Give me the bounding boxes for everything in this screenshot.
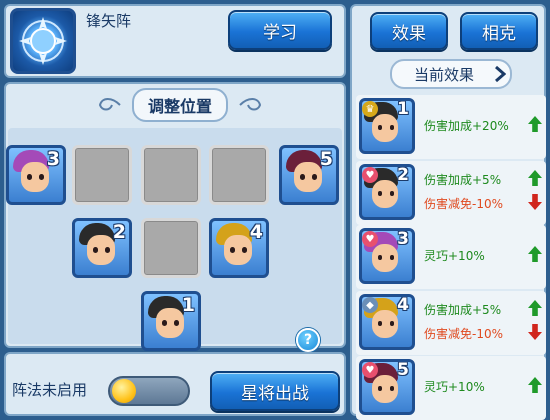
arrow-up-icon xyxy=(528,246,542,262)
hero-eye xyxy=(93,247,98,253)
hero-eye xyxy=(378,191,382,196)
hero-eye xyxy=(105,247,110,253)
formation-slot-2[interactable]: 2 xyxy=(72,218,132,278)
hero-eye xyxy=(242,247,247,253)
hero-thumbnail[interactable]: 3 ♥ xyxy=(359,228,415,284)
hero-position-number: 2 xyxy=(112,221,126,243)
heart-icon: ♥ xyxy=(362,362,378,378)
effect-row: 3 ♥ 灵巧+10% xyxy=(356,225,546,289)
hero-position-number: 3 xyxy=(397,229,409,249)
hero-eye xyxy=(390,191,394,196)
arrow-down-icon xyxy=(528,324,542,340)
effect-text: 灵巧+10% xyxy=(424,249,485,263)
hero-face xyxy=(372,244,398,272)
hero-face xyxy=(156,308,184,338)
effect-text: 灵巧+10% xyxy=(424,380,485,394)
effect-row: 5 ♥ 灵巧+10% xyxy=(356,356,546,420)
arrow-up-icon xyxy=(528,170,542,186)
hero-eye xyxy=(27,174,32,180)
learn-button[interactable]: 学习 xyxy=(228,10,332,50)
hero-face xyxy=(372,114,398,142)
hero-face xyxy=(294,162,322,192)
tab-counter[interactable]: 相克 xyxy=(460,12,538,50)
formation-slot-empty[interactable] xyxy=(141,145,201,205)
adjust-title-banner: 调整位置 xyxy=(96,88,264,122)
current-effect-label: 当前效果 xyxy=(413,65,474,84)
chevron-right-icon xyxy=(495,65,506,83)
effect-text: 伤害加成+5% xyxy=(424,173,502,187)
shield-icon: ◆ xyxy=(362,297,378,313)
formation-slot-empty[interactable] xyxy=(209,145,269,205)
arrow-up-icon xyxy=(528,377,542,393)
effect-row: 4 ◆ 伤害加成+5% 伤害减免-10% xyxy=(356,291,546,355)
hero-face xyxy=(372,375,398,403)
hero-position-number: 5 xyxy=(397,360,409,380)
hero-face xyxy=(87,235,115,265)
hero-eye xyxy=(174,320,179,326)
hero-thumbnail[interactable]: 2 ♥ xyxy=(359,164,415,220)
hero-position-number: 2 xyxy=(397,165,409,185)
hero-eye xyxy=(378,125,382,130)
hero-thumbnail[interactable]: 5 ♥ xyxy=(359,359,415,415)
hero-eye xyxy=(162,320,167,326)
hero-eye xyxy=(390,125,394,130)
formation-slot-5[interactable]: 5 xyxy=(279,145,339,205)
effect-text: 伤害加成+5% xyxy=(424,303,502,317)
effect-text: 伤害减免-10% xyxy=(424,327,504,341)
hero-position-number: 4 xyxy=(249,221,263,243)
hero-eye xyxy=(378,386,382,391)
heart-icon: ♥ xyxy=(362,167,378,183)
hero-face xyxy=(21,162,49,192)
formation-slot-empty[interactable] xyxy=(72,145,132,205)
deploy-button[interactable]: 星将出战 xyxy=(210,371,340,411)
help-button[interactable]: ? xyxy=(296,328,320,352)
hero-eye xyxy=(312,174,317,180)
hero-position-number: 3 xyxy=(46,148,60,170)
formation-slot-empty[interactable] xyxy=(141,218,201,278)
hero-eye xyxy=(390,386,394,391)
current-effect-header[interactable]: 当前效果 xyxy=(390,59,512,89)
hero-position-number: 1 xyxy=(397,99,409,119)
arrow-up-icon xyxy=(528,116,542,132)
formation-status-label: 阵法未启用 xyxy=(12,381,88,399)
hero-face xyxy=(372,180,398,208)
hero-eye xyxy=(230,247,235,253)
adjust-title: 调整位置 xyxy=(131,88,228,122)
formation-icon[interactable] xyxy=(10,8,76,74)
crown-icon: ♛ xyxy=(362,101,378,117)
hero-thumbnail[interactable]: 4 ◆ xyxy=(359,294,415,350)
hero-thumbnail[interactable]: 1 ♛ xyxy=(359,98,415,154)
toggle-knob xyxy=(112,379,136,403)
arrow-up-icon xyxy=(528,300,542,316)
arrow-down-icon xyxy=(528,194,542,210)
effect-text: 伤害减免-10% xyxy=(424,197,504,211)
hero-face xyxy=(224,235,252,265)
hero-eye xyxy=(39,174,44,180)
hero-position-number: 1 xyxy=(181,294,195,316)
formation-slot-3[interactable]: 3 xyxy=(6,145,66,205)
effect-row: 1 ♛ 伤害加成+20% xyxy=(356,95,546,159)
effect-text: 伤害加成+20% xyxy=(424,119,509,133)
hero-position-number: 5 xyxy=(319,148,333,170)
formation-toggle[interactable] xyxy=(108,376,190,406)
formation-slot-4[interactable]: 4 xyxy=(209,218,269,278)
hero-position-number: 4 xyxy=(397,295,409,315)
heart-icon: ♥ xyxy=(362,231,378,247)
banner-ornament-left xyxy=(98,98,121,111)
hero-eye xyxy=(390,255,394,260)
formation-slot-1[interactable]: 1 xyxy=(141,291,201,351)
tab-effect[interactable]: 效果 xyxy=(370,12,448,50)
formation-name: 锋矢阵 xyxy=(86,12,132,30)
effect-row: 2 ♥ 伤害加成+5% 伤害减免-10% xyxy=(356,161,546,225)
banner-ornament-right xyxy=(239,98,262,111)
hero-eye xyxy=(300,174,305,180)
help-icon: ? xyxy=(303,332,313,348)
hero-eye xyxy=(378,255,382,260)
hero-eye xyxy=(378,321,382,326)
hero-eye xyxy=(390,321,394,326)
hero-face xyxy=(372,310,398,338)
